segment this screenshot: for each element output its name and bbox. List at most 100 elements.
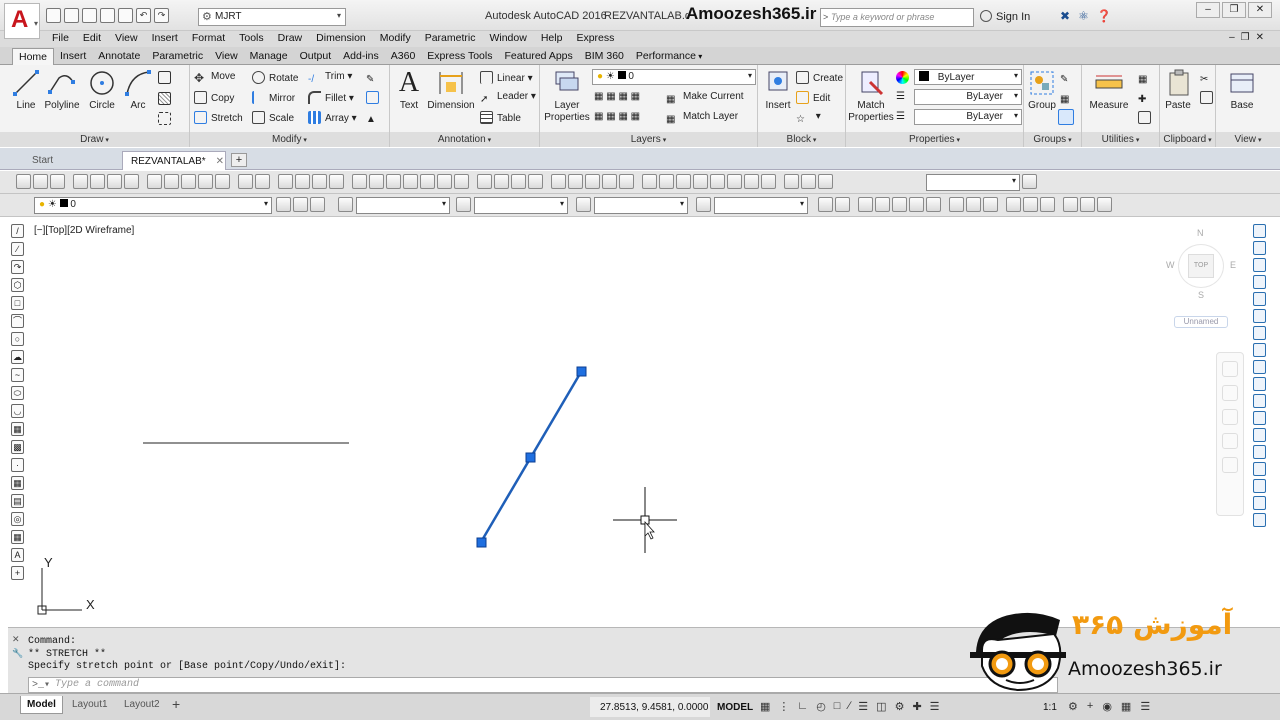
command-history: Command: ** STRETCH ** Specify stretch poi…	[28, 636, 346, 674]
scale-icon[interactable]	[1253, 343, 1266, 357]
viewcube-top-face[interactable]: TOP	[1188, 254, 1214, 278]
steering-wheel-icon[interactable]	[1222, 361, 1238, 377]
circle-icon[interactable]: ○	[11, 332, 24, 346]
grip-start[interactable]	[476, 537, 487, 548]
offset-icon[interactable]	[1253, 275, 1266, 289]
annotation-scale[interactable]: 1:1	[1043, 702, 1057, 713]
trim-icon[interactable]	[1253, 377, 1266, 391]
drafting-aids: ▦ ⋮ ∟ ◴ □ ∕ ☰ ◫ ⚙ ✚ ☰	[760, 700, 940, 713]
pan-hand-icon[interactable]	[1222, 385, 1238, 401]
line-icon[interactable]: /	[11, 224, 24, 238]
isolate-objects-icon[interactable]: ◉	[1102, 700, 1112, 713]
draw-vertical-toolbar: / ∕ ↷ ⬡ □ ⌒ ○ ☁ ~ ⬭ ◡ ▦ ▩ · ▦ ▤ ◎ ▦ A +	[9, 224, 26, 624]
tab-layout2[interactable]: Layout2	[118, 696, 166, 714]
gradient-icon[interactable]: ▤	[11, 494, 24, 508]
command-prompt-icon: >_▾	[32, 680, 51, 691]
annotation-monitor-icon[interactable]: ✚	[912, 700, 921, 713]
extend-icon[interactable]	[1253, 394, 1266, 408]
make-block-icon[interactable]: ▩	[11, 440, 24, 454]
command-window-handle[interactable]: ✕ 🔧	[12, 632, 24, 660]
workspace-switch-icon[interactable]: ⚙	[1068, 700, 1078, 713]
chevron-down-icon: ▾	[34, 19, 39, 28]
otrack-icon[interactable]: ∕	[848, 700, 850, 713]
table-icon[interactable]: ▦	[11, 530, 24, 544]
compass-south[interactable]: S	[1198, 290, 1204, 300]
mirror-icon[interactable]	[1253, 258, 1266, 272]
ellipse-icon[interactable]: ⬭	[11, 386, 24, 400]
arc-icon[interactable]: ⌒	[11, 314, 24, 328]
pointer-arrow-icon	[644, 520, 655, 540]
brand-persian-text: آموزش ۳۶۵	[1072, 608, 1233, 641]
grip-midpoint[interactable]	[525, 452, 536, 463]
ellipse-arc-icon[interactable]: ◡	[11, 404, 24, 418]
rectangle-icon[interactable]: □	[11, 296, 24, 310]
polar-icon[interactable]: ◴	[816, 700, 826, 713]
clean-screen-icon[interactable]: ☰	[1140, 700, 1150, 713]
add-layout-button[interactable]: +	[172, 696, 180, 712]
rotate-icon[interactable]	[1253, 326, 1266, 340]
join-icon[interactable]	[1253, 445, 1266, 459]
polyline-icon[interactable]: ↷	[11, 260, 24, 274]
selection-cycling-icon[interactable]: ⚙	[895, 700, 905, 713]
erase-icon[interactable]	[1253, 224, 1266, 238]
snap-icon[interactable]: ⋮	[778, 700, 789, 713]
stretch-icon[interactable]	[1253, 360, 1266, 374]
brand-url: Amoozesh365.ir	[1068, 658, 1222, 680]
history-line: Command:	[28, 636, 77, 647]
spline-icon[interactable]: ~	[11, 368, 24, 382]
command-placeholder: Type a command	[55, 679, 140, 690]
annotation-visibility-icon[interactable]: +	[1087, 700, 1093, 713]
mtext-icon[interactable]: A	[11, 548, 24, 562]
array-icon[interactable]	[1253, 292, 1266, 306]
compass-east[interactable]: E	[1230, 260, 1236, 270]
transparency-icon[interactable]: ◫	[876, 700, 886, 713]
viewport-controls-label[interactable]: [−][Top][2D Wireframe]	[34, 225, 134, 236]
point-icon[interactable]: ·	[11, 458, 24, 472]
grid-icon[interactable]: ▦	[760, 700, 770, 713]
customize-icon[interactable]: ☰	[930, 700, 940, 713]
move-icon[interactable]	[1253, 309, 1266, 323]
command-input[interactable]: >_▾ Type a command	[28, 677, 1058, 693]
add-selected-icon[interactable]: +	[11, 566, 24, 580]
brand-mascot-icon	[970, 612, 1066, 692]
fillet-icon[interactable]	[1253, 479, 1266, 493]
navigation-bar	[1216, 352, 1244, 516]
tab-model[interactable]: Model	[20, 696, 63, 714]
break-icon[interactable]	[1253, 428, 1266, 442]
crosshair-cursor	[613, 487, 677, 553]
hatch-icon[interactable]: ▦	[11, 476, 24, 490]
viewcube[interactable]: N W E S TOP Unnamed	[1160, 228, 1240, 338]
orbit-icon[interactable]	[1222, 433, 1238, 449]
model-space-toggle[interactable]: MODEL	[717, 702, 753, 713]
chamfer-icon[interactable]	[1253, 462, 1266, 476]
status-right-tools: ⚙ + ◉ ▦ ☰	[1068, 700, 1150, 713]
showmotion-icon[interactable]	[1222, 457, 1238, 473]
ucs-axes-icon	[37, 568, 82, 615]
region-icon[interactable]: ◎	[11, 512, 24, 526]
insert-block-icon[interactable]: ▦	[11, 422, 24, 436]
osnap-icon[interactable]: □	[834, 700, 841, 713]
history-line: Specify stretch point or [Base point/Cop…	[28, 661, 347, 672]
coordinates-readout[interactable]: 27.8513, 9.4581, 0.0000	[590, 697, 710, 717]
autocad-logo-icon: A	[11, 6, 29, 33]
history-line: ** STRETCH **	[28, 648, 107, 660]
hardware-accel-icon[interactable]: ▦	[1121, 700, 1131, 713]
application-menu-button[interactable]: A ▾	[4, 3, 40, 39]
blend-curves-icon[interactable]	[1253, 496, 1266, 510]
explode-icon[interactable]	[1253, 513, 1266, 527]
ucs-y-label: Y	[44, 555, 53, 570]
tab-layout1[interactable]: Layout1	[66, 696, 114, 714]
revision-cloud-icon[interactable]: ☁	[11, 350, 24, 364]
grip-end[interactable]	[576, 366, 587, 377]
modify-vertical-toolbar	[1251, 224, 1268, 564]
construction-line-icon[interactable]: ∕	[11, 242, 24, 256]
zoom-icon[interactable]	[1222, 409, 1238, 425]
copy-icon[interactable]	[1253, 241, 1266, 255]
compass-north[interactable]: N	[1197, 228, 1204, 238]
ortho-icon[interactable]: ∟	[797, 700, 808, 713]
polygon-icon[interactable]: ⬡	[11, 278, 24, 292]
compass-west[interactable]: W	[1166, 260, 1175, 270]
ucs-menu[interactable]: Unnamed	[1174, 316, 1228, 328]
lineweight-icon[interactable]: ☰	[858, 700, 868, 713]
break-at-point-icon[interactable]	[1253, 411, 1266, 425]
